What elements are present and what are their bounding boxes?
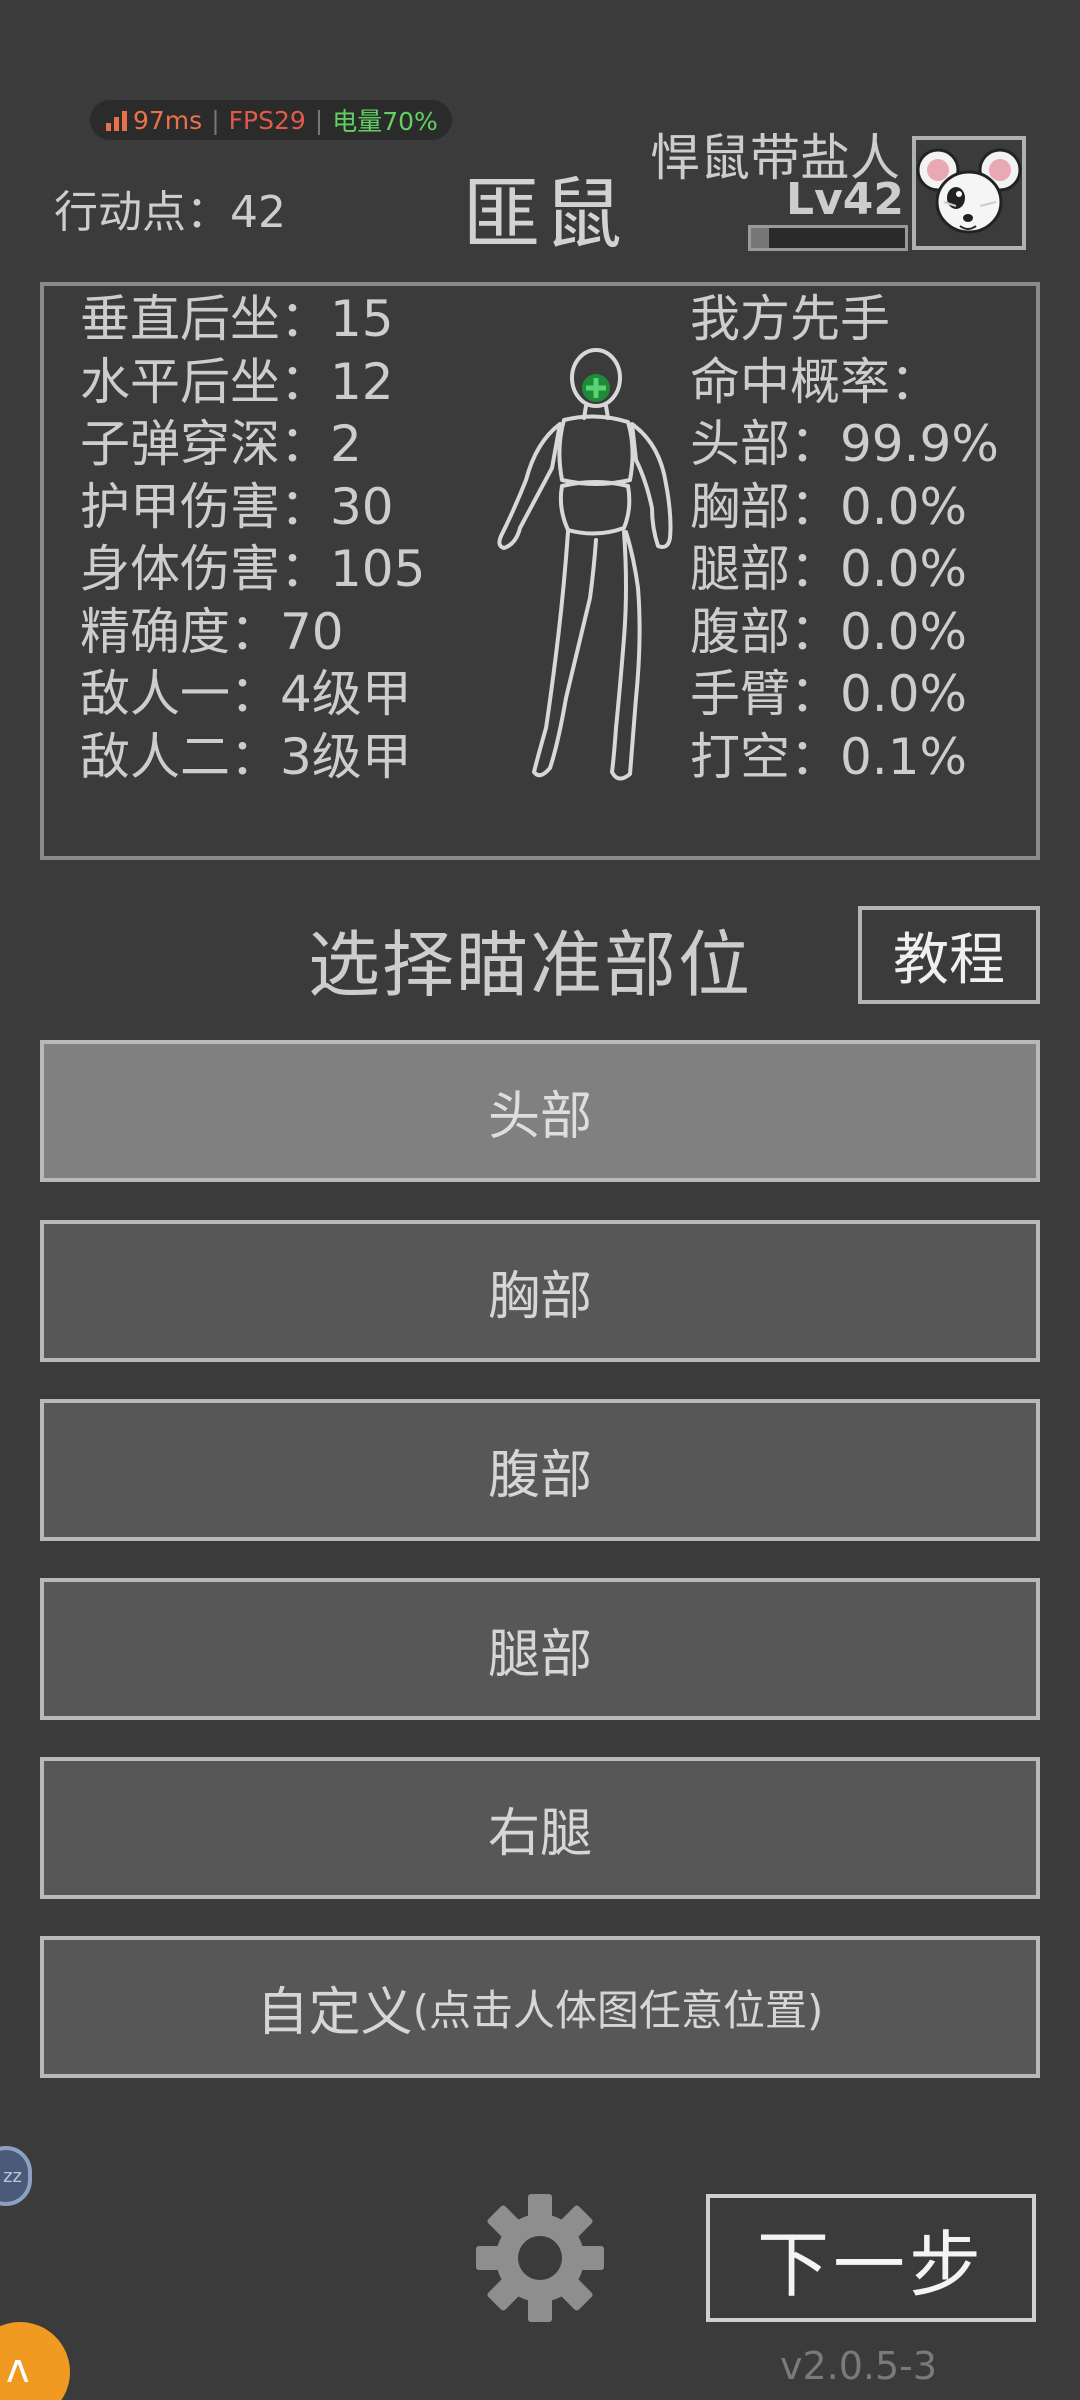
hit-probabilities: 我方先手 命中概率： 头部：99.9% 胸部：0.0% 腿部：0.0% 腹部：0… — [690, 288, 999, 788]
weapon-stats: 垂直后坐：15 水平后坐：12 子弹穿深：2 护甲伤害：30 身体伤害：105 … — [80, 288, 425, 788]
tutorial-button[interactable]: 教程 — [858, 906, 1040, 1004]
network-status-pill: 97ms | FPS29 | 电量70% — [90, 100, 452, 140]
body-figure[interactable] — [456, 348, 676, 798]
white-mouse-avatar-icon — [916, 148, 1022, 234]
stat-vertical-recoil: 垂直后坐：15 — [80, 290, 394, 348]
head-target-icon — [582, 374, 610, 402]
aim-legs-button[interactable]: 腿部 — [40, 1578, 1040, 1720]
stat-armor-damage: 护甲伤害：30 — [80, 477, 394, 536]
signal-icon — [106, 109, 127, 131]
aim-right-leg-button[interactable]: 右腿 — [40, 1757, 1040, 1899]
next-step-button[interactable]: 下一步 — [706, 2194, 1036, 2322]
status-divider: | — [314, 105, 324, 135]
aim-custom-button[interactable]: 自定义 (点击人体图任意位置) — [40, 1936, 1040, 2078]
xp-bar-fill — [751, 228, 770, 248]
body-right-arm — [630, 422, 673, 549]
aim-abdomen-button[interactable]: 腹部 — [40, 1399, 1040, 1541]
stat-accuracy: 精确度：70 — [80, 602, 344, 661]
xp-bar — [748, 225, 908, 251]
body-left-arm — [497, 422, 562, 550]
hit-miss: 打空：0.1% — [690, 727, 968, 786]
hit-legs: 腿部：0.0% — [690, 540, 968, 598]
stat-body-damage: 身体伤害：105 — [80, 540, 426, 598]
body-abdomen — [558, 480, 632, 536]
hit-abdomen: 腹部：0.0% — [690, 602, 968, 661]
assistant-glyph-icon: ʌ — [6, 2346, 30, 2392]
stat-enemy-two-armor: 敌人二：3级甲 — [80, 727, 412, 786]
player-level: Lv42 — [786, 174, 904, 225]
stat-horizontal-recoil: 水平后坐：12 — [80, 352, 394, 411]
floating-assistant-icon[interactable]: ʌ — [0, 2322, 70, 2400]
custom-sub-label: (点击人体图任意位置) — [412, 1985, 824, 2035]
body-right-leg — [610, 530, 642, 781]
aim-section-title: 选择瞄准部位 — [308, 923, 753, 1007]
custom-main-label: 自定义 — [256, 1982, 413, 2043]
hit-arms: 手臂：0.0% — [690, 665, 968, 723]
body-left-leg — [532, 530, 598, 778]
battery-text: 电量70% — [332, 107, 438, 136]
fps-text: FPS29 — [228, 105, 306, 135]
aim-chest-button[interactable]: 胸部 — [40, 1220, 1040, 1362]
sleep-badge[interactable]: zz — [0, 2146, 32, 2206]
stat-penetration: 子弹穿深：2 — [80, 415, 362, 473]
action-points: 行动点：42 — [54, 187, 286, 238]
enemy-name: 匪鼠 — [462, 170, 627, 260]
version-label: v2.0.5-3 — [780, 2344, 938, 2388]
hit-head: 头部：99.9% — [690, 415, 999, 473]
first-move-label: 我方先手 — [690, 290, 890, 348]
stats-panel: 垂直后坐：15 水平后坐：12 子弹穿深：2 护甲伤害：30 身体伤害：105 … — [40, 282, 1040, 860]
ping-text: 97ms — [133, 105, 203, 135]
game-screen: 97ms | FPS29 | 电量70% 行动点：42 匪鼠 悍鼠带盐人 Lv4… — [0, 0, 1080, 2400]
gear-icon[interactable] — [474, 2192, 606, 2324]
aim-head-button[interactable]: 头部 — [40, 1040, 1040, 1182]
hit-chance-label: 命中概率： — [690, 352, 940, 411]
player-avatar[interactable] — [912, 136, 1026, 250]
status-divider: | — [211, 105, 220, 135]
hit-chest: 胸部：0.0% — [690, 477, 968, 536]
body-chest — [557, 414, 635, 486]
sleep-badge-label: zz — [3, 2165, 22, 2187]
stat-enemy-one-armor: 敌人一：4级甲 — [80, 665, 412, 723]
